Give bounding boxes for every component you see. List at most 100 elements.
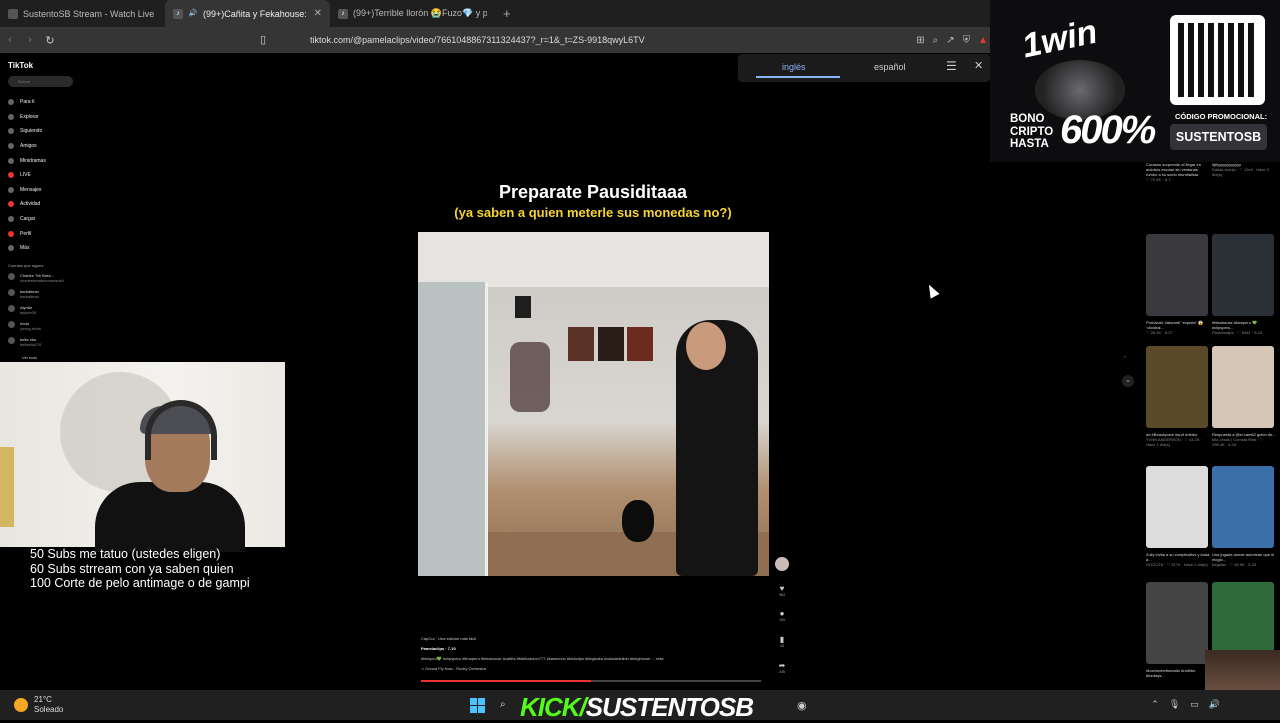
sidebar-nav: Para ti Explorar Siguiendo Amigos Minidr… (8, 95, 46, 256)
rail-caption[interactable]: #jflyyyyyyyyyyyy Dalida Araújo · ♡ 13x9 ·… (1212, 162, 1276, 177)
ver-todo-link[interactable]: Ver todo (22, 355, 37, 360)
avatar (8, 273, 15, 280)
rail-thumbnail[interactable] (1146, 466, 1208, 548)
lang-from-tab[interactable]: inglés (782, 62, 806, 72)
reload-icon[interactable]: ↻ (40, 34, 60, 47)
close-icon[interactable]: ✕ (974, 59, 983, 72)
scroll-up-icon[interactable]: ⌃ (1122, 355, 1128, 363)
rail-caption[interactable]: #fekahouse #kickperu 💚 #clipsperu... Pame… (1212, 320, 1276, 335)
close-tab-icon[interactable]: ✕ (314, 8, 322, 19)
rail-thumbnail[interactable] (1146, 346, 1208, 428)
following-item[interactable]: rfcda yovng.rfcda (8, 321, 41, 331)
sidebar-item-perfil[interactable]: Perfil (8, 226, 46, 241)
following-item[interactable]: Charles "Mr Brea... charlesbreabuenosrsde… (8, 273, 64, 283)
activity-icon (8, 201, 14, 208)
more-icon (8, 245, 14, 252)
rail-caption[interactable]: Zully invita a su cumpleaños y boda a...… (1146, 552, 1210, 567)
translate-icon[interactable]: ⊞ (916, 35, 924, 46)
rail-caption[interactable]: Probando Valorant! "explota" 😱 ·clickbai… (1146, 320, 1210, 335)
sidebar-item-para-ti[interactable]: Para ti (8, 95, 46, 110)
sun-icon[interactable] (14, 698, 28, 712)
following-item[interactable]: Alyn6e alyxne09 (8, 305, 36, 315)
rail-thumbnail[interactable] (1146, 582, 1208, 664)
webcam-object (0, 447, 14, 527)
sidebar-item-actividad[interactable]: Actividad (8, 197, 46, 212)
tiktok-logo[interactable]: TikTok (8, 61, 33, 70)
rail-title: #bochecheftomatto #nofiltro #fordays... (1146, 668, 1196, 678)
share-icon: ➦ (778, 661, 786, 670)
sidebar-item-explorar[interactable]: Explorar (8, 110, 46, 125)
rail-meta: GOGOTA · ♡ 3170 · Hace 1 día(s) (1146, 562, 1208, 567)
rail-caption[interactable]: Una jugada donde autorizan que el elogio… (1212, 552, 1276, 567)
extension-icon[interactable]: ▲ (978, 35, 988, 46)
sidebar-item-siguiendo[interactable]: Siguiendo (8, 124, 46, 139)
video-progress[interactable] (421, 680, 761, 682)
like-button[interactable]: ♥ 963 (774, 584, 790, 597)
video-author[interactable]: Pamelaclips · 7-10 (421, 646, 663, 651)
rail-thumbnail[interactable] (1212, 466, 1274, 548)
system-tray: ⌃ 🎙 ▭ 🔊 (1151, 699, 1220, 710)
taskbar-search-icon[interactable]: ⌕ (500, 699, 506, 710)
save-button[interactable]: ▮ 43 (774, 635, 790, 648)
weather-condition[interactable]: Soleado (34, 705, 63, 714)
heart-icon: ♥ (779, 584, 785, 593)
upload-icon (8, 216, 14, 223)
lang-to-tab[interactable]: español (874, 62, 906, 72)
sidebar-item-amigos[interactable]: Amigos (8, 139, 46, 154)
more-link[interactable]: más (656, 656, 664, 661)
network-icon[interactable]: ▭ (1190, 699, 1199, 710)
zoom-icon[interactable]: ⌕ (933, 35, 939, 46)
streamer-body (95, 482, 245, 552)
sidebar-item-minidramas[interactable]: Minidramas (8, 153, 46, 168)
comment-button[interactable]: ● 109 (774, 609, 790, 622)
tab-tiktok-terrible[interactable]: ♪ (99+)Terrible llorón 😭Fuzo💎 y por (330, 0, 495, 27)
bookmark-icon[interactable]: ▯ (260, 33, 266, 46)
sidebar-item-mas[interactable]: Más (8, 241, 46, 256)
back-icon[interactable]: ‹ (0, 34, 20, 46)
chevron-up-icon[interactable]: ⌃ (1151, 699, 1159, 710)
search-input[interactable]: Buscar (8, 76, 73, 87)
shield-icon[interactable]: ⛨ (963, 35, 971, 46)
music-label[interactable]: ♫ Gonna Fly Now - Rocky Orchestra (421, 666, 663, 671)
rail-thumbnail[interactable] (1212, 346, 1274, 428)
creator-avatar[interactable] (774, 557, 790, 573)
video-player[interactable] (418, 232, 769, 576)
tab-tiktok-canita[interactable]: ♪🔊(99+)Cañita y Fekahouse: clip✕ (165, 0, 330, 27)
mic-icon[interactable]: 🎙 (1169, 699, 1180, 710)
rail-thumbnail[interactable] (1146, 234, 1208, 316)
ad-promo-code: SUSTENTOSB (1170, 124, 1267, 150)
tiktok-favicon-icon: ♪ (338, 8, 348, 19)
scroll-down-icon[interactable]: ⌄ (1122, 375, 1134, 387)
ad-code-label: CÓDIGO PROMOCIONAL: (1175, 112, 1268, 121)
url-field[interactable]: tiktok.com/@pamelaclips/video/7661048867… (310, 35, 645, 45)
menu-icon[interactable]: ☰ (946, 59, 957, 73)
sidebar-item-live[interactable]: LIVE (8, 168, 46, 183)
following-item[interactable]: bella ella bellaella276 (8, 337, 41, 347)
rail-meta: futgalax · ♡ 96.5K · 5-25 (1212, 562, 1257, 567)
new-tab-button[interactable]: + (495, 6, 519, 21)
following-item[interactable]: barbaltean barbaltean (8, 289, 39, 299)
speaker-icon[interactable]: 🔊 (188, 9, 198, 19)
tiktok-favicon-icon: ♪ (173, 8, 183, 19)
taskbar-app-icon[interactable]: ◉ (797, 699, 807, 712)
forward-icon[interactable]: › (20, 34, 40, 46)
video-frame (627, 327, 653, 361)
share-button[interactable]: ➦ 245 (774, 661, 790, 674)
tab-kick-stream[interactable]: SustentoSB Stream - Watch Live on K (0, 0, 165, 27)
following-icon (8, 128, 14, 135)
rail-thumbnail[interactable] (1212, 234, 1274, 316)
weather-temp[interactable]: 21°C (34, 695, 52, 704)
sidebar-item-mensajes[interactable]: Mensajes (8, 183, 46, 198)
volume-icon[interactable]: 🔊 (1209, 699, 1220, 710)
rail-caption[interactable]: #bochecheftomatto #nofiltro #fordays... (1146, 668, 1210, 678)
rail-caption[interactable]: Respuesta a @el.cam62 guión de... Mia Jes… (1212, 432, 1276, 447)
rail-title: Zully invita a su cumpleaños y boda a... (1146, 552, 1210, 562)
following-header: Cuentas que sigues (8, 263, 44, 268)
rail-caption[interactable]: Curasao sorprende al llegar en autobús e… (1146, 162, 1210, 182)
avatar (8, 305, 15, 312)
share-icon[interactable]: ↗ (946, 35, 954, 46)
sidebar-item-cargar[interactable]: Cargar (8, 212, 46, 227)
windows-start-icon[interactable] (470, 698, 485, 713)
rail-caption[interactable]: ad #Beautycare #surf #deleo YVNN ANDERSON… (1146, 432, 1210, 447)
capcut-label[interactable]: CapCut · Una edición más fácil (421, 636, 663, 641)
